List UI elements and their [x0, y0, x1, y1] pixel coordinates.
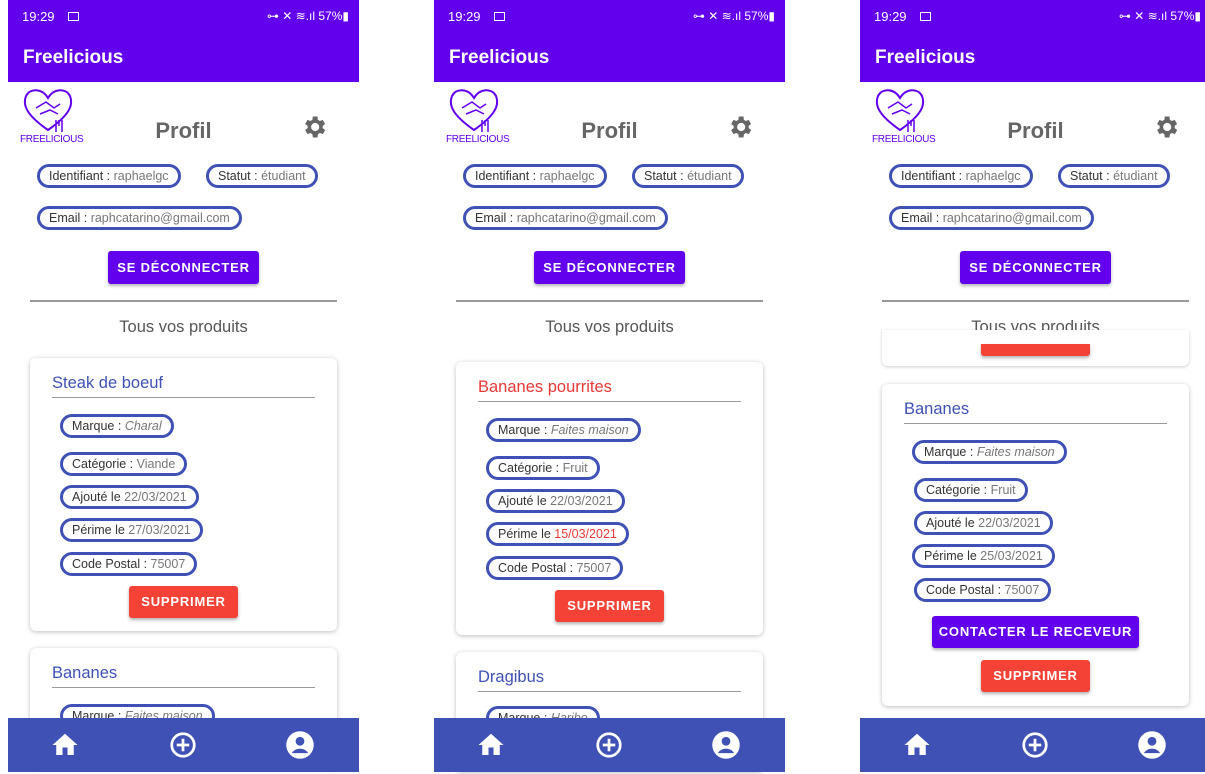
product-card-partial [882, 330, 1189, 366]
card-divider [904, 423, 1167, 424]
delete-button[interactable]: SUPPRIMER [981, 660, 1090, 692]
added-date-chip: Ajouté le 22/03/2021 [914, 511, 1053, 535]
products-heading: Tous vos produits [545, 318, 674, 336]
expiry-date-chip: Périme le 27/03/2021 [60, 518, 203, 542]
identifier-chip: Identifiant : raphaelgc [37, 164, 181, 188]
bottom-nav [8, 718, 359, 772]
account-icon[interactable] [711, 730, 741, 760]
card-divider [478, 401, 741, 402]
status-time: 19:29 [874, 9, 907, 24]
product-title: Steak de boeuf [52, 374, 164, 392]
expiry-date-chip: Périme le 15/03/2021 [486, 522, 629, 546]
product-title: Bananes [904, 400, 970, 418]
image-notification-icon [68, 12, 79, 21]
image-notification-icon [494, 12, 505, 21]
email-chip: Email : raphcatarino@gmail.com [37, 206, 242, 230]
delete-button[interactable]: SUPPRIMER [129, 586, 238, 618]
status-indicators: ⊶ ✕ ≋.ıl 57%▮ [266, 9, 349, 23]
card-divider [52, 687, 315, 688]
account-icon[interactable] [285, 730, 315, 760]
category-chip: Catégorie : Fruit [914, 478, 1028, 502]
card-divider [478, 691, 741, 692]
category-chip: Catégorie : Fruit [486, 456, 600, 480]
card-divider [52, 397, 315, 398]
expiry-date-chip: Périme le 25/03/2021 [912, 544, 1055, 568]
home-icon[interactable] [476, 730, 506, 760]
app-title: Freelicious [449, 47, 550, 68]
gear-icon[interactable] [726, 113, 754, 141]
product-title: Dragibus [478, 668, 545, 686]
product-title: Bananes pourrites [478, 378, 612, 396]
identifier-chip: Identifiant : raphaelgc [463, 164, 607, 188]
status-time: 19:29 [22, 9, 55, 24]
postal-code-chip: Code Postal : 75007 [60, 552, 198, 576]
bottom-nav [434, 718, 785, 772]
bottom-nav [860, 718, 1205, 772]
account-icon[interactable] [1137, 730, 1167, 760]
product-card: Bananes pourrites Marque : Faites maison… [456, 362, 763, 635]
divider [456, 300, 763, 302]
divider [882, 300, 1189, 302]
postal-code-chip: Code Postal : 75007 [486, 556, 624, 580]
brand-chip: Marque : Charal [60, 414, 174, 438]
home-icon[interactable] [50, 730, 80, 760]
add-circle-icon[interactable] [168, 730, 198, 760]
status-bar: 19:29 ⊶ ✕ ≋.ıl 57%▮ [860, 0, 1205, 36]
image-notification-icon [920, 12, 931, 21]
status-chip: Statut : étudiant [206, 164, 318, 188]
status-time: 19:29 [448, 9, 481, 24]
phone-screen-1: 19:29 ⊶ ✕ ≋.ıl 57%▮ Freelicious FREELICI… [8, 0, 359, 774]
delete-button-partial[interactable] [981, 344, 1090, 356]
brand-chip: Marque : Faites maison [486, 418, 641, 442]
category-chip: Catégorie : Viande [60, 452, 188, 476]
logout-button[interactable]: SE DÉCONNECTER [534, 251, 685, 284]
product-title: Bananes [52, 664, 118, 682]
product-card: Bananes Marque : Faites maison Catégorie… [882, 384, 1189, 706]
app-title: Freelicious [875, 47, 976, 68]
status-indicators: ⊶ ✕ ≋.ıl 57%▮ [1118, 9, 1201, 23]
app-bar: Freelicious [860, 36, 1205, 82]
phone-screen-3: 19:29 ⊶ ✕ ≋.ıl 57%▮ Freelicious FREELICI… [860, 0, 1205, 774]
add-circle-icon[interactable] [594, 730, 624, 760]
logout-button[interactable]: SE DÉCONNECTER [108, 251, 259, 284]
divider [30, 300, 337, 302]
home-icon[interactable] [902, 730, 932, 760]
gear-icon[interactable] [300, 113, 328, 141]
products-heading: Tous vos produits [119, 318, 248, 336]
brand-chip: Marque : Faites maison [912, 440, 1067, 464]
delete-button[interactable]: SUPPRIMER [555, 590, 664, 622]
added-date-chip: Ajouté le 22/03/2021 [486, 489, 625, 513]
gear-icon[interactable] [1152, 113, 1180, 141]
phone-screen-2: 19:29 ⊶ ✕ ≋.ıl 57%▮ Freelicious FREELICI… [434, 0, 785, 774]
status-bar: 19:29 ⊶ ✕ ≋.ıl 57%▮ [434, 0, 785, 36]
add-circle-icon[interactable] [1020, 730, 1050, 760]
added-date-chip: Ajouté le 22/03/2021 [60, 485, 199, 509]
status-bar: 19:29 ⊶ ✕ ≋.ıl 57%▮ [8, 0, 359, 36]
status-indicators: ⊶ ✕ ≋.ıl 57%▮ [692, 9, 775, 23]
identifier-chip: Identifiant : raphaelgc [889, 164, 1033, 188]
app-bar: Freelicious [8, 36, 359, 82]
logout-button[interactable]: SE DÉCONNECTER [960, 251, 1111, 284]
product-card: Steak de boeuf Marque : Charal Catégorie… [30, 358, 337, 631]
status-chip: Statut : étudiant [1058, 164, 1170, 188]
contact-receiver-button[interactable]: CONTACTER LE RECEVEUR [932, 616, 1139, 648]
app-bar: Freelicious [434, 36, 785, 82]
status-chip: Statut : étudiant [632, 164, 744, 188]
email-chip: Email : raphcatarino@gmail.com [889, 206, 1094, 230]
app-title: Freelicious [23, 47, 124, 68]
email-chip: Email : raphcatarino@gmail.com [463, 206, 668, 230]
postal-code-chip: Code Postal : 75007 [914, 578, 1052, 602]
